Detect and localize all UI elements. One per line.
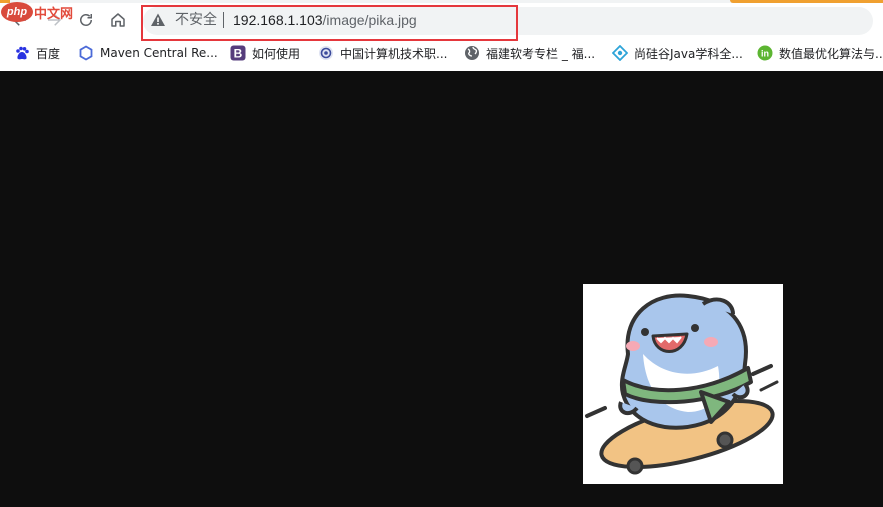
active-tab-edge [730,0,883,3]
reload-icon [80,14,92,26]
svg-text:in: in [761,49,769,59]
baidu-paw-icon [14,45,30,61]
bookmark-baidu[interactable]: 百度 [14,42,60,64]
bookmark-label: 福建软考专栏 _ 福... [486,46,596,61]
annotation-highlight-box [141,5,518,41]
bookmark-optimization[interactable]: in 数值最优化算法与... [757,42,883,64]
pika-image[interactable] [583,284,783,484]
svg-text:B: B [234,47,243,61]
bookmark-ccf[interactable]: 中国计算机技术职... [318,42,447,64]
home-icon [111,13,125,27]
reload-button[interactable] [74,8,98,32]
browser-chrome: php 中文网 不安全 192.168.1.103/image/pika.jpg… [0,0,883,71]
in-badge-icon: in [757,45,773,61]
watermark-text: 中文网 [34,6,74,22]
globe-icon [464,45,480,61]
bookmarks-bar: 百度 Maven Central Re... B 如何使用 中国计算机技术职..… [0,42,883,64]
pika-illustration [585,293,779,475]
watermark-logo: php 中文网 [1,2,73,22]
bookmark-label: 尚硅谷Java学科全... [634,46,743,61]
bookmark-maven-central[interactable]: Maven Central Re... [78,42,218,64]
eye-logo-icon [318,45,334,61]
bookmark-bootstrap[interactable]: B 如何使用 [230,42,300,64]
bookmark-label: Maven Central Re... [100,46,218,60]
bookmark-fujian[interactable]: 福建软考专栏 _ 福... [464,42,595,64]
home-button[interactable] [106,8,130,32]
bookmark-label: 数值最优化算法与... [779,46,883,61]
php-badge: php [1,2,33,22]
bootstrap-b-icon: B [230,45,246,61]
bookmark-label: 中国计算机技术职... [340,46,448,61]
hexagon-icon [78,45,94,61]
bookmark-label: 如何使用 [252,46,301,61]
bookmark-atguigu[interactable]: 尚硅谷Java学科全... [612,42,743,64]
diamond-logo-icon [612,45,628,61]
bookmark-label: 百度 [36,46,61,61]
